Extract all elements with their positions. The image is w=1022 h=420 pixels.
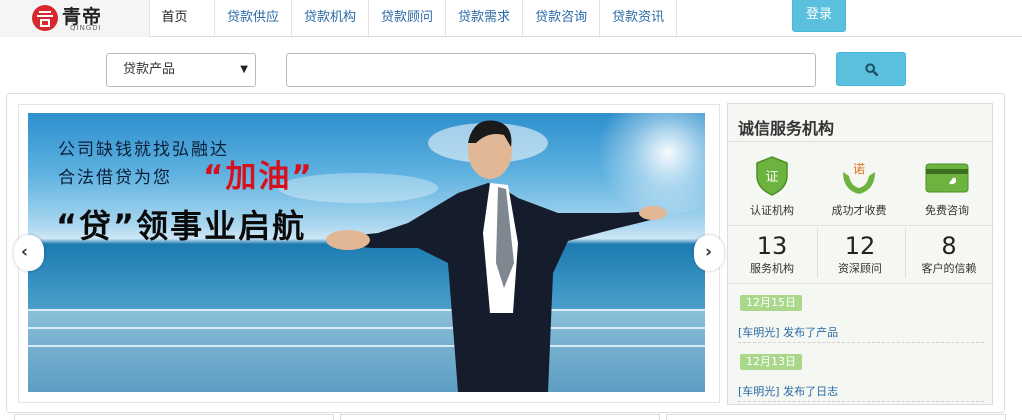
divider bbox=[905, 228, 906, 278]
divider bbox=[728, 225, 994, 226]
main-nav: 首页 贷款供应 贷款机构 贷款顾问 贷款需求 贷款咨询 贷款资讯 bbox=[135, 0, 678, 37]
svg-text:诺: 诺 bbox=[853, 162, 865, 176]
stat-advisors: 12 资深顾问 bbox=[820, 232, 900, 276]
certified-shield-icon: 证 bbox=[756, 156, 788, 196]
site-logo[interactable]: 青帝 QINGDI bbox=[0, 0, 150, 37]
promo-banner[interactable]: 公司缺钱就找弘融达 合法借贷为您 “加油” “贷”领事业启航 bbox=[28, 113, 705, 392]
category-select[interactable]: 贷款产品 ▼ bbox=[106, 53, 256, 87]
badge-free-consult[interactable]: 免费咨询 bbox=[907, 156, 987, 218]
stat-value: 13 bbox=[756, 232, 788, 260]
promise-hands-icon: 诺 bbox=[843, 162, 875, 194]
badge-label: 免费咨询 bbox=[925, 204, 969, 217]
banner-highlight: “加油” bbox=[203, 159, 314, 195]
top-navbar: 青帝 QINGDI 首页 贷款供应 贷款机构 贷款顾问 贷款需求 贷款咨询 贷款… bbox=[0, 0, 1022, 37]
stat-institutions: 13 服务机构 bbox=[732, 232, 812, 276]
search-icon bbox=[865, 63, 878, 76]
stat-label: 服务机构 bbox=[750, 262, 794, 275]
trusted-service-panel: 诚信服务机构 证 认证机构 诺 成功才收费 免费咨询 13 服务机构 12 资深… bbox=[727, 103, 994, 405]
search-input[interactable] bbox=[286, 53, 816, 87]
carousel-next-button[interactable]: › bbox=[694, 235, 724, 271]
search-button[interactable] bbox=[836, 52, 906, 86]
banner-line-2: 合法借贷为您 bbox=[58, 168, 172, 188]
carousel-prev-button[interactable]: ‹ bbox=[14, 235, 44, 271]
nav-loan-advisors[interactable]: 贷款顾问 bbox=[369, 0, 447, 37]
phone-card-icon bbox=[925, 163, 969, 193]
panel-title: 诚信服务机构 bbox=[738, 119, 835, 138]
nav-loan-news[interactable]: 贷款资讯 bbox=[600, 0, 678, 37]
divider bbox=[728, 283, 994, 284]
businessman-figure bbox=[326, 120, 667, 392]
nav-loan-consulting[interactable]: 贷款咨询 bbox=[523, 0, 601, 37]
feed-date-badge: 12月15日 bbox=[740, 295, 802, 311]
feed-item-link[interactable]: [车明光] 发布了日志 bbox=[738, 383, 838, 399]
divider bbox=[728, 141, 994, 142]
divider bbox=[738, 342, 984, 343]
logo-subtitle: QINGDI bbox=[70, 24, 102, 32]
stat-value: 8 bbox=[941, 232, 957, 260]
nav-loan-demand[interactable]: 贷款需求 bbox=[446, 0, 524, 37]
bottom-card bbox=[666, 414, 1006, 420]
chevron-left-icon: ‹ bbox=[21, 242, 29, 262]
badge-certified[interactable]: 证 认证机构 bbox=[732, 156, 812, 218]
banner-line-3: “贷”领事业启航 bbox=[56, 207, 307, 245]
feed-item-link[interactable]: [车明光] 发布了产品 bbox=[738, 324, 838, 340]
nav-loan-institutions[interactable]: 贷款机构 bbox=[292, 0, 370, 37]
chevron-down-icon: ▼ bbox=[240, 64, 248, 75]
stat-clients: 8 客户的信赖 bbox=[909, 232, 989, 276]
chevron-right-icon: › bbox=[705, 242, 713, 262]
divider bbox=[817, 228, 818, 278]
nav-home[interactable]: 首页 bbox=[135, 0, 215, 37]
login-button[interactable]: 登录 bbox=[792, 0, 846, 32]
divider bbox=[738, 401, 984, 402]
bottom-card bbox=[340, 414, 660, 420]
badge-success-fee[interactable]: 诺 成功才收费 bbox=[819, 156, 899, 218]
stat-label: 客户的信赖 bbox=[921, 262, 977, 275]
category-select-value: 贷款产品 bbox=[123, 62, 176, 77]
badge-label: 认证机构 bbox=[750, 204, 794, 217]
nav-loan-supply[interactable]: 贷款供应 bbox=[215, 0, 293, 37]
stat-label: 资深顾问 bbox=[838, 262, 882, 275]
svg-text:证: 证 bbox=[765, 170, 778, 185]
logo-mark-icon bbox=[32, 5, 58, 31]
badge-label: 成功才收费 bbox=[831, 204, 887, 217]
bottom-card bbox=[14, 414, 334, 420]
feed-date-badge: 12月13日 bbox=[740, 354, 802, 370]
stat-value: 12 bbox=[844, 232, 876, 260]
